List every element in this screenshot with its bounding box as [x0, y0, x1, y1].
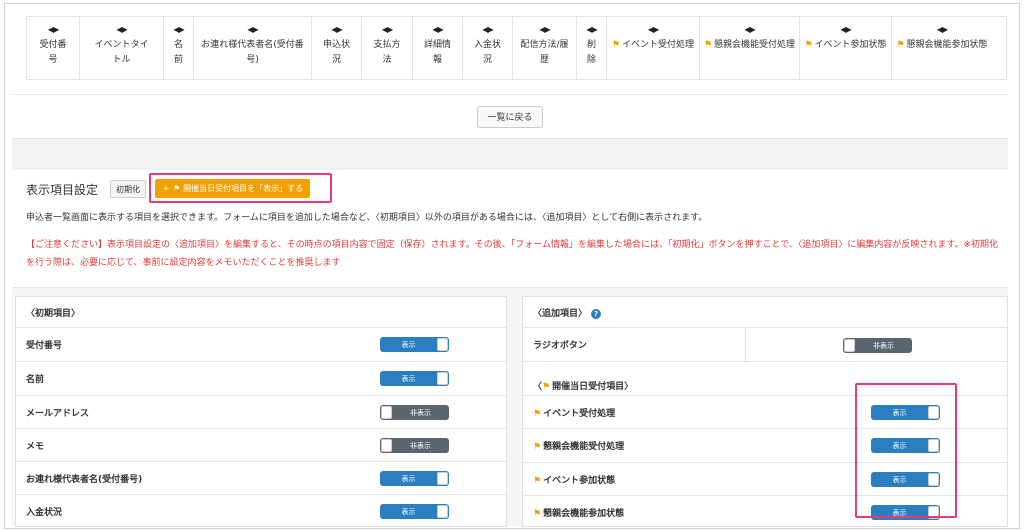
sort-icon[interactable]: ◀▶ [48, 25, 59, 35]
additional-item-row: ラジオボタン 非表示 [523, 327, 1007, 363]
display-toggle[interactable]: 表示 [380, 337, 449, 352]
column-header-receipt-number[interactable]: ◀▶ 受付番号 [27, 17, 80, 79]
back-area: 一覧に戻る [12, 94, 1008, 138]
column-header-details[interactable]: ◀▶ 詳細情報 [413, 17, 463, 79]
sort-icon[interactable]: ◀▶ [744, 25, 755, 35]
display-toggle[interactable]: 非表示 [380, 438, 449, 453]
flag-icon: ⚑ [703, 40, 713, 50]
sort-icon[interactable]: ◀▶ [116, 25, 127, 35]
flag-icon: ⚑ [896, 40, 905, 50]
flag-icon: ⚑ [533, 475, 542, 486]
column-header-delivery[interactable]: ◀▶ 配信方法/履歴 [513, 17, 577, 79]
display-toggle[interactable]: 非表示 [843, 338, 912, 353]
flag-icon: ⚑ [533, 442, 542, 452]
flag-icon: ⚑ [804, 40, 813, 50]
sort-icon[interactable]: ◀▶ [382, 25, 393, 35]
highlight-frame [855, 383, 957, 518]
applicant-table-header: ◀▶ 受付番号 ◀▶ イベントタイトル ◀▶ 名前 ◀▶ お連れ様代表者名(受付番号) … [26, 16, 1007, 80]
flag-icon: ⚑ [533, 508, 542, 519]
column-header-social-attendance[interactable]: ◀▶ ⚑ 懇親会機能参加状態 [892, 17, 992, 79]
back-to-list-button[interactable]: 一覧に戻る [477, 105, 543, 128]
display-toggle[interactable]: 表示 [380, 471, 449, 486]
column-header-event-title[interactable]: ◀▶ イベントタイトル [80, 17, 164, 79]
initial-items-title: 〈初期項目〉 [26, 309, 81, 319]
sort-icon[interactable]: ◀▶ [937, 25, 948, 35]
additional-items-title: 〈追加項目〉? [533, 306, 602, 319]
initial-item-row: 入金状況 表示 [16, 494, 506, 527]
sort-icon[interactable]: ◀▶ [173, 25, 184, 35]
settings-warning: 【ご注意ください】表示項目設定の〈追加項目〉を編集すると、その時点の項目内容で固… [26, 240, 998, 268]
column-header-event-reception[interactable]: ◀▶ ⚑ イベント受付処理 [607, 17, 700, 79]
initial-items-panel: 〈初期項目〉 受付番号 表示 名前 表示 メールアドレス 非表示 メモ 非表示 … [15, 296, 507, 527]
display-settings-title: 表示項目設定 [26, 183, 99, 197]
initial-item-row: 名前 表示 [16, 361, 506, 395]
flag-icon: ⚑ [173, 184, 181, 193]
sort-icon[interactable]: ◀▶ [432, 25, 443, 35]
initial-item-row: お連れ様代表者名(受付番号) 表示 [16, 461, 506, 494]
sort-icon[interactable]: ◀▶ [539, 25, 550, 35]
event-day-items-title: 〈⚑ 開催当日受付項目〉 [533, 382, 634, 392]
sort-icon[interactable]: ◀▶ [648, 25, 659, 35]
display-toggle[interactable]: 表示 [380, 504, 449, 519]
initial-item-row: 受付番号 表示 [16, 327, 506, 361]
sort-icon[interactable]: ◀▶ [586, 25, 597, 35]
flag-icon: ⚑ [533, 408, 542, 419]
sort-icon[interactable]: ◀▶ [840, 25, 851, 35]
column-header-event-attendance[interactable]: ◀▶ ⚑ イベント参加状態 [800, 17, 892, 79]
help-icon[interactable]: ? [591, 308, 602, 319]
column-header-companion[interactable]: ◀▶ お連れ様代表者名(受付番号) [194, 17, 312, 79]
sort-icon[interactable]: ◀▶ [331, 25, 342, 35]
initialize-button[interactable]: 初期化 [110, 180, 146, 198]
column-header-delete[interactable]: ◀▶ 削除 [577, 17, 607, 79]
column-header-application-status[interactable]: ◀▶ 申込状況 [312, 17, 362, 79]
display-toggle[interactable]: 非表示 [380, 405, 449, 420]
initial-item-row: メールアドレス 非表示 [16, 395, 506, 428]
settings-description: 申込者一覧画面に表示する項目を選択できます。フォームに項目を追加した場合など、〈… [26, 213, 708, 223]
flag-icon: ⚑ [542, 382, 551, 392]
column-header-payment-status[interactable]: ◀▶ 入金状況 [463, 17, 513, 79]
sort-icon[interactable]: ◀▶ [482, 25, 493, 35]
show-event-day-items-button[interactable]: ＋ ⚑ 開催当日受付項目を「表示」する [155, 179, 311, 198]
column-header-name[interactable]: ◀▶ 名前 [164, 17, 194, 79]
display-toggle[interactable]: 表示 [380, 371, 449, 386]
flag-icon: ⚑ [611, 40, 621, 50]
initial-item-row: メモ 非表示 [16, 428, 506, 461]
column-header-social-reception[interactable]: ◀▶ ⚑ 懇親会機能受付処理 [700, 17, 800, 79]
section-divider [12, 138, 1008, 170]
column-header-payment-method[interactable]: ◀▶ 支払方法 [362, 17, 413, 79]
sort-icon[interactable]: ◀▶ [247, 25, 258, 35]
plus-icon: ＋ [162, 184, 170, 193]
